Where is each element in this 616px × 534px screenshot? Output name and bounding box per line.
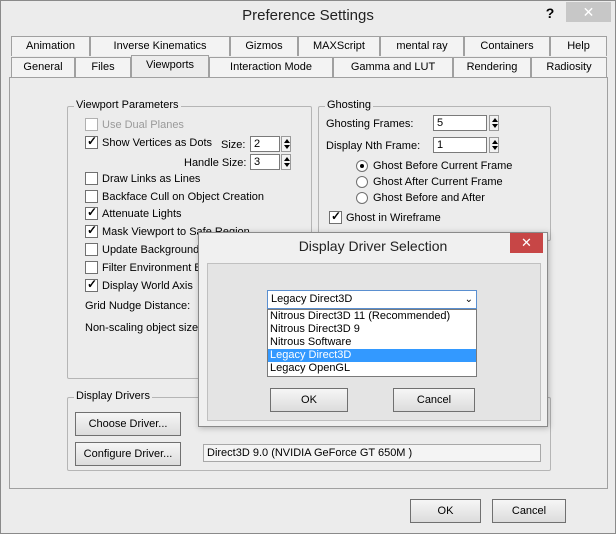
use-dual-planes-checkbox[interactable] (85, 118, 98, 131)
display-world-axis-label: Display World Axis (102, 280, 193, 292)
show-vertices-label: Show Vertices as Dots (102, 137, 213, 149)
tab-general[interactable]: General (11, 57, 75, 77)
window-title: Preference Settings (242, 7, 374, 24)
filter-environment-checkbox[interactable] (85, 261, 98, 274)
chevron-down-icon: ⌄ (464, 294, 473, 305)
close-button[interactable]: ✕ (566, 2, 611, 22)
tab-files[interactable]: Files (75, 57, 131, 77)
driver-option-legacy-direct3d[interactable]: Legacy Direct3D (268, 349, 476, 362)
tab-gamma-and-lut[interactable]: Gamma and LUT (333, 57, 453, 77)
configure-driver-button[interactable]: Configure Driver... (75, 442, 181, 466)
title-bar: Preference Settings ? ✕ (1, 1, 615, 31)
grid-nudge-label: Grid Nudge Distance: (85, 300, 191, 312)
update-background-label: Update Background (102, 244, 200, 256)
display-nth-frame-label: Display Nth Frame: (326, 140, 421, 152)
handle-size-spinner[interactable] (281, 154, 291, 170)
tab-gizmos[interactable]: Gizmos (230, 36, 298, 56)
use-dual-planes-label: Use Dual Planes (102, 119, 184, 131)
ghosting-frames-input[interactable]: 5 (433, 115, 487, 131)
backface-cull-label: Backface Cull on Object Creation (102, 191, 265, 203)
ok-button[interactable]: OK (410, 499, 481, 523)
size-label: Size: (221, 139, 246, 151)
ghost-before-radio[interactable] (356, 160, 368, 172)
handle-size-label: Handle Size: (184, 157, 247, 169)
ghost-in-wireframe-checkbox[interactable] (329, 209, 342, 224)
choose-driver-button[interactable]: Choose Driver... (75, 412, 181, 436)
tab-interaction-mode[interactable]: Interaction Mode (209, 57, 333, 77)
dialog-close-button[interactable]: ✕ (510, 233, 543, 253)
driver-dropdown[interactable]: Legacy Direct3D ⌄ (267, 290, 477, 309)
tab-inverse-kinematics[interactable]: Inverse Kinematics (90, 36, 230, 56)
size-spinner[interactable] (281, 136, 291, 152)
display-world-axis-checkbox[interactable] (85, 277, 98, 292)
size-input[interactable]: 2 (250, 136, 280, 152)
ghost-after-radio[interactable] (356, 176, 368, 188)
tab-mental-ray[interactable]: mental ray (380, 36, 464, 56)
filter-environment-label: Filter Environment B (102, 262, 202, 274)
ghosting-title: Ghosting (325, 99, 374, 111)
driver-option-nitrous-software[interactable]: Nitrous Software (268, 336, 476, 349)
display-driver-selection-dialog: Display Driver Selection ✕ Legacy Direct… (198, 232, 548, 427)
draw-links-label: Draw Links as Lines (102, 173, 201, 185)
tab-viewports[interactable]: Viewports (131, 55, 209, 77)
display-nth-frame-spinner[interactable] (489, 137, 499, 153)
dialog-ok-button[interactable]: OK (270, 388, 348, 412)
dialog-title: Display Driver Selection (298, 238, 448, 254)
viewport-parameters-title: Viewport Parameters (74, 99, 181, 111)
dialog-cancel-button[interactable]: Cancel (393, 388, 475, 412)
ghost-before-after-radio[interactable] (356, 192, 368, 204)
tab-animation[interactable]: Animation (11, 36, 90, 56)
cancel-button[interactable]: Cancel (492, 499, 566, 523)
ghost-after-label: Ghost After Current Frame (373, 176, 503, 188)
display-drivers-title: Display Drivers (74, 390, 152, 402)
show-vertices-checkbox[interactable] (85, 134, 98, 149)
handle-size-input[interactable]: 3 (250, 154, 280, 170)
driver-dropdown-list: Nitrous Direct3D 11 (Recommended) Nitrou… (267, 309, 477, 377)
ghost-before-label: Ghost Before Current Frame (373, 160, 513, 172)
ghost-before-after-label: Ghost Before and After (373, 192, 485, 204)
tab-maxscript[interactable]: MAXScript (298, 36, 380, 56)
help-button[interactable]: ? (541, 3, 559, 23)
ghosting-frames-label: Ghosting Frames: (326, 118, 414, 130)
update-background-checkbox[interactable] (85, 243, 98, 256)
ghosting-frames-spinner[interactable] (489, 115, 499, 131)
current-driver-field: Direct3D 9.0 (NVIDIA GeForce GT 650M ) (203, 444, 541, 462)
tab-rendering[interactable]: Rendering (453, 57, 531, 77)
dialog-content: Legacy Direct3D ⌄ Nitrous Direct3D 11 (R… (207, 263, 541, 421)
mask-viewport-checkbox[interactable] (85, 223, 98, 238)
tab-help[interactable]: Help (550, 36, 607, 56)
driver-option-nitrous-dx11[interactable]: Nitrous Direct3D 11 (Recommended) (268, 310, 476, 323)
tab-containers[interactable]: Containers (464, 36, 550, 56)
attenuate-lights-checkbox[interactable] (85, 205, 98, 220)
backface-cull-checkbox[interactable] (85, 190, 98, 203)
non-scaling-label: Non-scaling object size: (85, 322, 202, 334)
ghost-in-wireframe-label: Ghost in Wireframe (346, 212, 441, 224)
driver-option-legacy-opengl[interactable]: Legacy OpenGL (268, 362, 476, 375)
display-nth-frame-input[interactable]: 1 (433, 137, 487, 153)
attenuate-lights-label: Attenuate Lights (102, 208, 182, 220)
tab-radiosity[interactable]: Radiosity (531, 57, 607, 77)
draw-links-checkbox[interactable] (85, 172, 98, 185)
driver-option-nitrous-dx9[interactable]: Nitrous Direct3D 9 (268, 323, 476, 336)
driver-dropdown-value: Legacy Direct3D (271, 293, 353, 305)
